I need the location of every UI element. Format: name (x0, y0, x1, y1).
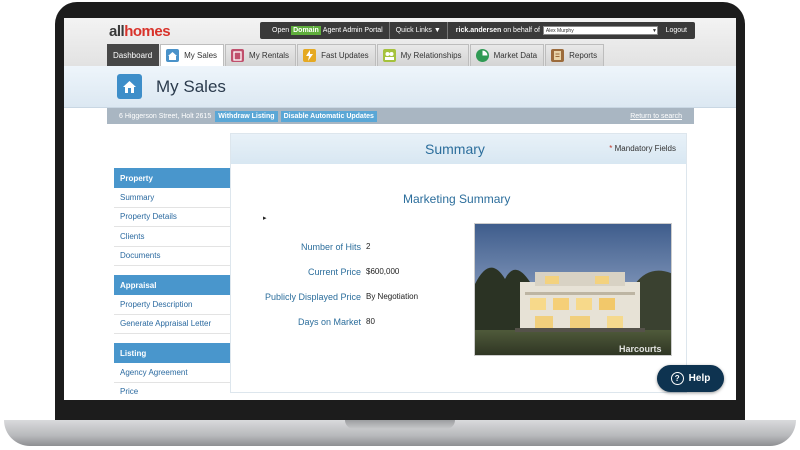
field-label: Publicly Displayed Price (264, 292, 361, 302)
sidebar-item-generate-appraisal-letter[interactable]: Generate Appraisal Letter (114, 314, 230, 334)
page-title-band: My Sales (64, 66, 736, 108)
sidebar-item-property-details[interactable]: Property Details (114, 207, 230, 227)
laptop-notch (345, 420, 455, 429)
portal-bar: Open Domain Agent Admin Portal Quick Lin… (260, 22, 695, 39)
tab-my-rentals[interactable]: My Rentals (225, 44, 297, 66)
tab-fast-updates[interactable]: Fast Updates (297, 44, 376, 66)
sidebar-heading-appraisal: Appraisal (114, 275, 230, 295)
sidebar-item-clients[interactable]: Clients (114, 227, 230, 247)
listing-address-bar: 6 Higgerson Street, Holt 2615 Withdraw L… (107, 108, 694, 124)
top-header: allhomes Open Domain Agent Admin Portal … (64, 18, 736, 66)
return-to-search-link[interactable]: Return to search (630, 113, 682, 120)
lightning-icon (303, 49, 317, 62)
tab-my-sales[interactable]: My Sales (160, 44, 225, 66)
open-portal-link[interactable]: Open Domain Agent Admin Portal (260, 22, 390, 39)
page-title: My Sales (156, 77, 226, 96)
relationships-icon (382, 49, 396, 62)
chevron-down-icon: ▼ (651, 27, 657, 34)
field-value: $600,000 (366, 267, 400, 276)
sidebar-item-documents[interactable]: Documents (114, 246, 230, 266)
summary-title: Summary (425, 141, 485, 157)
username: rick.andersen (455, 27, 502, 34)
reports-icon (551, 49, 565, 62)
field-label: Number of Hits (300, 242, 361, 252)
summary-panel: Summary * Mandatory Fields Marketing Sum… (230, 133, 687, 393)
allhomes-logo[interactable]: allhomes (109, 23, 171, 40)
home-icon (166, 49, 180, 62)
field-label: Days on Market (297, 317, 361, 327)
app-screen: allhomes Open Domain Agent Admin Portal … (64, 18, 736, 400)
user-info: rick.andersen on behalf of Alex Murphy ▼ (455, 26, 658, 35)
domain-badge: Domain (291, 26, 321, 35)
rentals-icon (231, 49, 245, 62)
sidebar-heading-listing: Listing (114, 343, 230, 363)
on-behalf-select[interactable]: Alex Murphy ▼ (542, 26, 658, 35)
main-nav-tabs: Dashboard My Sales My Rentals Fast Updat… (107, 44, 605, 66)
sidebar-item-price[interactable]: Price (114, 382, 230, 400)
help-icon: ? (670, 372, 684, 385)
disable-automatic-updates-button[interactable]: Disable Automatic Updates (280, 110, 377, 122)
field-label: Current Price (307, 267, 361, 277)
property-photo[interactable]: Harcourts (474, 223, 672, 356)
tab-reports[interactable]: Reports (545, 44, 605, 66)
field-value: 80 (366, 317, 375, 326)
withdraw-listing-button[interactable]: Withdraw Listing (215, 110, 278, 122)
field-value: 2 (366, 242, 371, 251)
chart-icon (475, 49, 489, 62)
tab-market-data[interactable]: Market Data (469, 44, 545, 66)
sidebar: Property Summary Property Details Client… (114, 168, 230, 400)
field-value: By Negotiation (366, 292, 419, 301)
logout-link[interactable]: Logout (666, 27, 695, 34)
listing-address: 6 Higgerson Street, Holt 2615 (119, 112, 212, 120)
help-button[interactable]: ? Help (657, 365, 724, 392)
tab-my-relationships[interactable]: My Relationships (376, 44, 469, 66)
mouse-cursor-icon: ▸ (263, 215, 267, 222)
sidebar-item-property-description[interactable]: Property Description (114, 295, 230, 315)
photo-watermark: Harcourts (619, 344, 662, 354)
sidebar-item-agency-agreement[interactable]: Agency Agreement (114, 363, 230, 383)
mandatory-fields-note: * Mandatory Fields (609, 144, 676, 153)
sidebar-heading-property: Property (114, 168, 230, 188)
summary-header: Summary * Mandatory Fields (231, 134, 686, 164)
sidebar-item-summary[interactable]: Summary (114, 188, 230, 208)
home-icon (117, 74, 142, 99)
tab-dashboard[interactable]: Dashboard (107, 44, 160, 66)
quick-links-menu[interactable]: Quick Links ▼ (390, 22, 448, 39)
marketing-summary-title: Marketing Summary (403, 192, 511, 206)
